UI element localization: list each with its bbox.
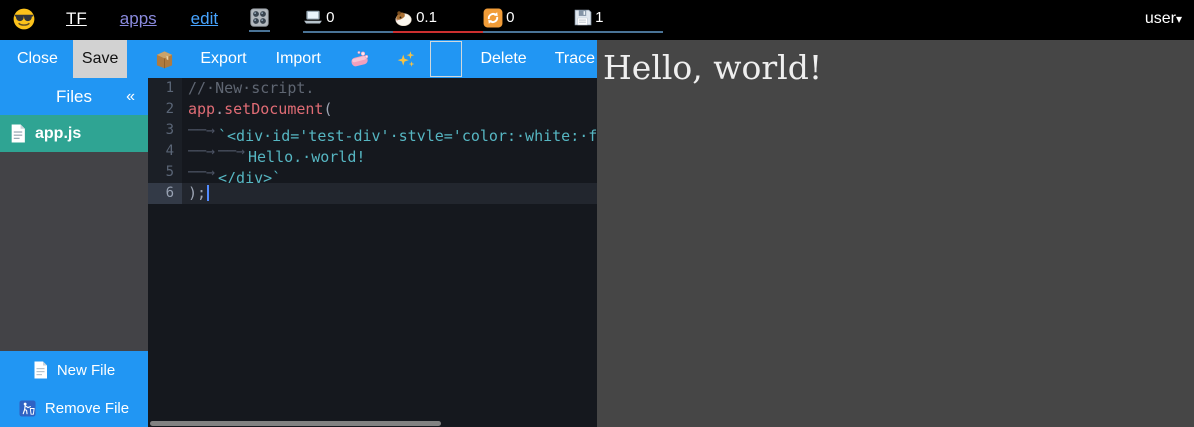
- close-button[interactable]: Close: [15, 40, 60, 78]
- file-item-appjs[interactable]: app.js: [0, 115, 148, 152]
- line-number: 3: [148, 120, 182, 141]
- litter-bin-icon: [19, 400, 36, 417]
- laptop-icon: [303, 8, 323, 28]
- tab-whitespace-marker: ──→: [188, 120, 218, 141]
- new-document-icon: [33, 361, 48, 379]
- collapse-sidebar-button[interactable]: «: [126, 78, 135, 115]
- soap-icon[interactable]: [349, 49, 370, 70]
- refresh-arrows-icon: [483, 8, 503, 28]
- new-file-label: New File: [57, 362, 115, 379]
- tab-whitespace-marker: ──→: [188, 141, 218, 162]
- user-menu[interactable]: user▾: [1145, 10, 1182, 28]
- code-token: (: [323, 100, 332, 118]
- floppy-disk-icon: [573, 8, 592, 27]
- code-token: .: [215, 100, 224, 118]
- files-sidebar: Files « app.js: [0, 78, 148, 427]
- storage-meter[interactable]: 1: [573, 5, 663, 33]
- code-token: Hello,·world!: [248, 148, 365, 162]
- package-icon[interactable]: [154, 49, 175, 70]
- top-bar: TF apps edit 0: [0, 0, 1194, 38]
- editor-toolbar: Close Save Export Import Delete Trace: [0, 38, 597, 78]
- code-line-text[interactable]: ──→</div>`: [182, 162, 597, 183]
- code-line-text[interactable]: );: [182, 183, 597, 204]
- storage-value: 1: [595, 9, 603, 26]
- code-line[interactable]: 2app.setDocument(: [148, 99, 597, 120]
- tab-whitespace-marker: ──→: [188, 162, 218, 183]
- trace-button[interactable]: Trace: [553, 40, 597, 78]
- horizontal-scrollbar-thumb[interactable]: [150, 421, 441, 426]
- document-icon: [10, 124, 26, 143]
- code-line-text[interactable]: app.setDocument(: [182, 99, 597, 120]
- hamster-icon: [393, 8, 413, 28]
- control-knobs-icon[interactable]: [249, 7, 270, 32]
- line-number: 1: [148, 78, 182, 99]
- code-line-text[interactable]: ──→`<div·id='test-div'·style='color:·whi…: [182, 120, 597, 141]
- line-number: 6: [148, 183, 182, 204]
- code-line[interactable]: 1 //·New·script.: [148, 78, 597, 99]
- code-line[interactable]: 6);: [148, 183, 597, 204]
- nav-apps-link[interactable]: apps: [120, 9, 157, 29]
- code-editor[interactable]: 1//·New·script.2app.setDocument(3──→`<di…: [148, 78, 597, 427]
- sidebar-empty-area: [0, 152, 148, 351]
- remove-file-label: Remove File: [45, 400, 129, 417]
- line-number: 5: [148, 162, 182, 183]
- remove-file-button[interactable]: Remove File: [0, 389, 148, 427]
- code-line[interactable]: 3──→`<div·id='test-div'·style='color:·wh…: [148, 120, 597, 141]
- files-header-label: Files: [56, 87, 92, 107]
- memory-meter[interactable]: 0.1: [393, 5, 483, 33]
- code-token: setDocument: [224, 100, 323, 118]
- cpu-value: 0: [326, 9, 334, 26]
- memory-value: 0.1: [416, 9, 437, 26]
- new-file-button[interactable]: New File: [0, 351, 148, 389]
- brand-link[interactable]: TF: [66, 9, 87, 29]
- empty-box-button[interactable]: [430, 41, 462, 77]
- file-name: app.js: [35, 125, 81, 143]
- code-line-text[interactable]: //·New·script.: [182, 78, 597, 99]
- sync-meter[interactable]: 0: [483, 5, 573, 33]
- code-token: </div>`: [218, 169, 281, 183]
- preview-panel: Hello, world!: [597, 38, 1194, 427]
- cpu-meter[interactable]: 0: [303, 5, 393, 33]
- status-meters: 0 0.1: [303, 5, 663, 33]
- sparkles-icon[interactable]: [396, 49, 416, 69]
- code-token: );: [188, 184, 206, 202]
- nav-edit-link[interactable]: edit: [191, 9, 218, 29]
- editor-lines: 1//·New·script.2app.setDocument(3──→`<di…: [148, 78, 597, 204]
- delete-button[interactable]: Delete: [478, 40, 528, 78]
- code-token: app: [188, 100, 215, 118]
- code-token: `<div·id='test-div'·style='color:·white;…: [218, 127, 597, 141]
- tab-whitespace-marker: ──→: [218, 141, 248, 162]
- import-button[interactable]: Import: [274, 40, 323, 78]
- line-number: 2: [148, 99, 182, 120]
- save-button[interactable]: Save: [73, 40, 127, 78]
- line-number: 4: [148, 141, 182, 162]
- sidebar-footer: New File Remove File: [0, 351, 148, 427]
- chevron-down-icon: ▾: [1176, 12, 1182, 26]
- code-line[interactable]: 5──→</div>`: [148, 162, 597, 183]
- sync-value: 0: [506, 9, 514, 26]
- preview-hello-text: Hello, world!: [603, 48, 822, 87]
- code-line[interactable]: 4──→──→Hello,·world!: [148, 141, 597, 162]
- code-line-text[interactable]: ──→──→Hello,·world!: [182, 141, 597, 162]
- text-cursor: [207, 185, 209, 201]
- export-button[interactable]: Export: [198, 40, 248, 78]
- files-header: Files «: [0, 78, 148, 115]
- sunglasses-face-icon[interactable]: [13, 8, 35, 30]
- code-token: //·New·script.: [188, 79, 314, 97]
